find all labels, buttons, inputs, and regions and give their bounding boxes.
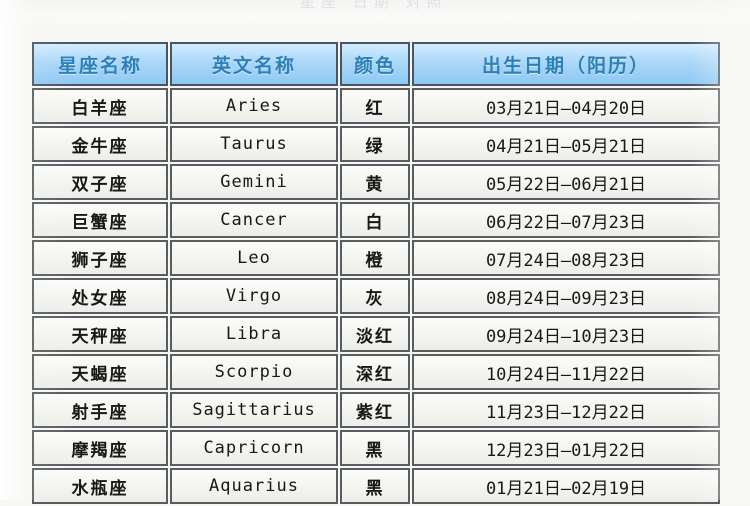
table-row: 狮子座 Leo 橙 07月24日—08月23日 — [32, 240, 720, 276]
table-row: 处女座 Virgo 灰 08月24日—09月23日 — [32, 278, 720, 314]
scan-top-remnant: 星座 日期 对照 — [0, 0, 750, 26]
cell-color: 黑 — [340, 468, 410, 504]
column-header-en-name: 英文名称 — [170, 42, 338, 86]
table-row: 摩羯座 Capricorn 黑 12月23日—01月22日 — [32, 430, 720, 466]
table-row: 巨蟹座 Cancer 白 06月22日—07月23日 — [32, 202, 720, 238]
table-row: 天秤座 Libra 淡红 09月24日—10月23日 — [32, 316, 720, 352]
cell-birth-date: 09月24日—10月23日 — [412, 316, 720, 352]
table-row: 双子座 Gemini 黄 05月22日—06月21日 — [32, 164, 720, 200]
cell-birth-date: 05月22日—06月21日 — [412, 164, 720, 200]
table-row: 水瓶座 Aquarius 黑 01月21日—02月19日 — [32, 468, 720, 504]
zodiac-sign-reference-table: 星座名称 英文名称 颜色 出生日期（阳历） 白羊座 Aries 红 03月21日—04… — [30, 40, 722, 506]
table-row: 白羊座 Aries 红 03月21日—04月20日 — [32, 88, 720, 124]
cell-color: 绿 — [340, 126, 410, 162]
cell-color: 黄 — [340, 164, 410, 200]
cell-birth-date: 11月23日—12月22日 — [412, 392, 720, 428]
cell-birth-date: 10月24日—11月22日 — [412, 354, 720, 390]
cell-cn-name: 水瓶座 — [32, 468, 168, 504]
table-header: 星座名称 英文名称 颜色 出生日期（阳历） — [32, 42, 720, 86]
cell-cn-name: 处女座 — [32, 278, 168, 314]
cell-cn-name: 天秤座 — [32, 316, 168, 352]
cell-color: 红 — [340, 88, 410, 124]
cell-color: 橙 — [340, 240, 410, 276]
cell-cn-name: 金牛座 — [32, 126, 168, 162]
cell-cn-name: 天蝎座 — [32, 354, 168, 390]
cell-cn-name: 双子座 — [32, 164, 168, 200]
column-header-cn-name: 星座名称 — [32, 42, 168, 86]
table-body: 白羊座 Aries 红 03月21日—04月20日 金牛座 Taurus 绿 04月21日—0… — [32, 88, 720, 504]
cell-en-name: Capricorn — [170, 430, 338, 466]
table-row: 金牛座 Taurus 绿 04月21日—05月21日 — [32, 126, 720, 162]
table-header-row: 星座名称 英文名称 颜色 出生日期（阳历） — [32, 42, 720, 86]
cell-en-name: Taurus — [170, 126, 338, 162]
cell-cn-name: 巨蟹座 — [32, 202, 168, 238]
column-header-birth-date: 出生日期（阳历） — [412, 42, 720, 86]
column-header-color: 颜色 — [340, 42, 410, 86]
cell-color: 黑 — [340, 430, 410, 466]
cell-en-name: Scorpio — [170, 354, 338, 390]
cell-color: 白 — [340, 202, 410, 238]
cell-birth-date: 07月24日—08月23日 — [412, 240, 720, 276]
cell-cn-name: 摩羯座 — [32, 430, 168, 466]
cell-en-name: Virgo — [170, 278, 338, 314]
scan-top-remnant-text: 星座 日期 对照 — [300, 0, 448, 11]
cell-color: 深红 — [340, 354, 410, 390]
cell-birth-date: 12月23日—01月22日 — [412, 430, 720, 466]
cell-birth-date: 04月21日—05月21日 — [412, 126, 720, 162]
cell-en-name: Libra — [170, 316, 338, 352]
cell-cn-name: 狮子座 — [32, 240, 168, 276]
cell-color: 紫红 — [340, 392, 410, 428]
table-row: 射手座 Sagittarius 紫红 11月23日—12月22日 — [32, 392, 720, 428]
cell-en-name: Gemini — [170, 164, 338, 200]
cell-color: 灰 — [340, 278, 410, 314]
cell-en-name: Aquarius — [170, 468, 338, 504]
cell-birth-date: 08月24日—09月23日 — [412, 278, 720, 314]
cell-en-name: Cancer — [170, 202, 338, 238]
cell-cn-name: 射手座 — [32, 392, 168, 428]
cell-birth-date: 06月22日—07月23日 — [412, 202, 720, 238]
table-row: 天蝎座 Scorpio 深红 10月24日—11月22日 — [32, 354, 720, 390]
cell-birth-date: 03月21日—04月20日 — [412, 88, 720, 124]
cell-en-name: Sagittarius — [170, 392, 338, 428]
cell-cn-name: 白羊座 — [32, 88, 168, 124]
zodiac-table-container: 星座名称 英文名称 颜色 出生日期（阳历） 白羊座 Aries 红 03月21日—04… — [30, 40, 720, 506]
cell-birth-date: 01月21日—02月19日 — [412, 468, 720, 504]
cell-en-name: Aries — [170, 88, 338, 124]
cell-color: 淡红 — [340, 316, 410, 352]
cell-en-name: Leo — [170, 240, 338, 276]
